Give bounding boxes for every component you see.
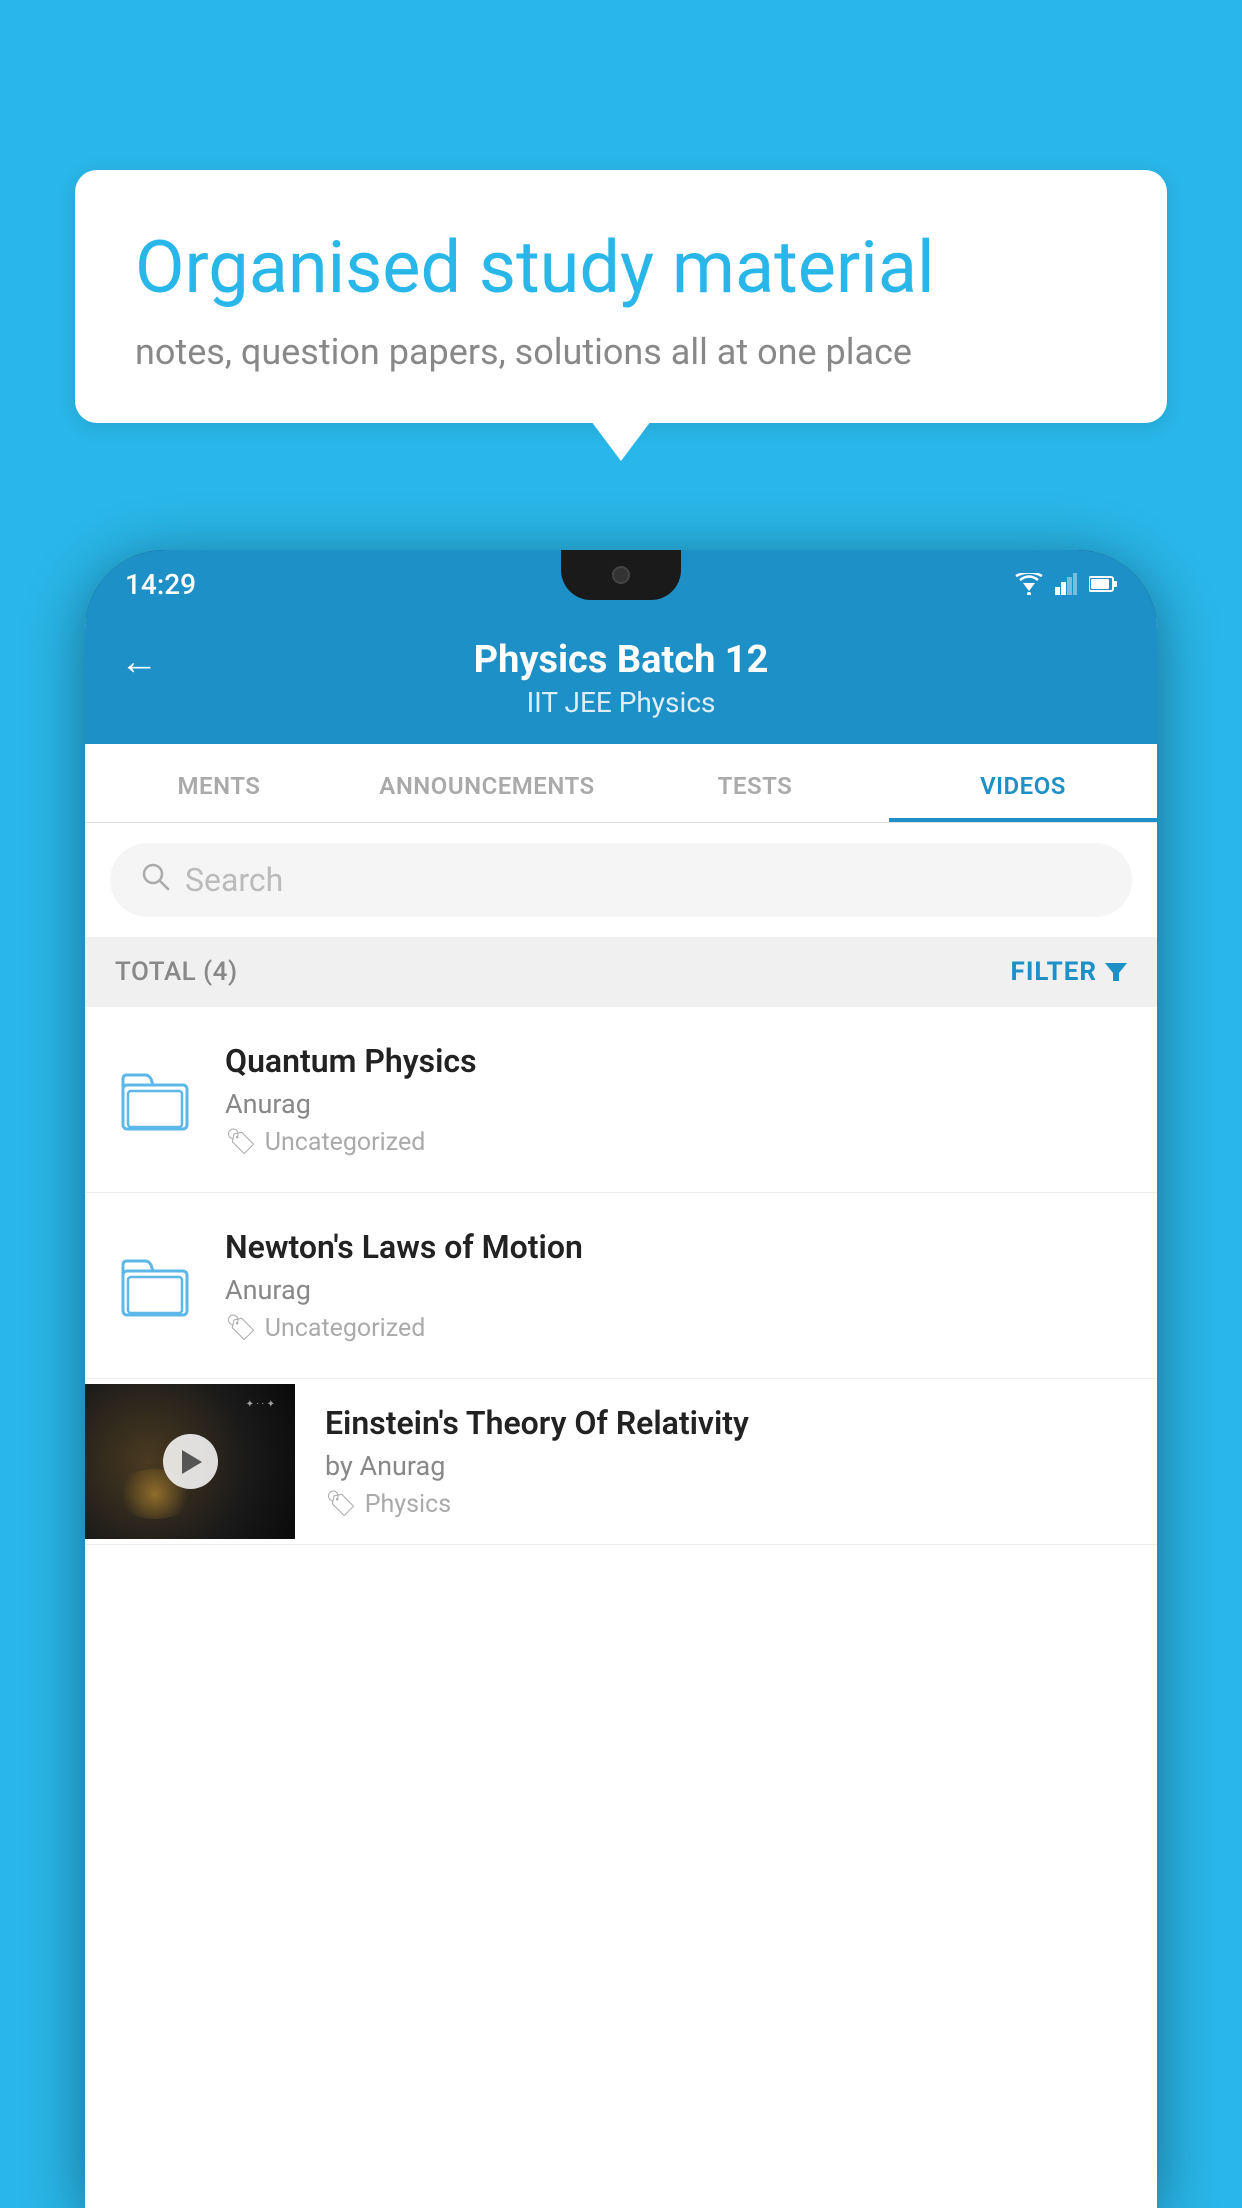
item-tag: 🏷 Uncategorized [225,1314,1127,1343]
status-time: 14:29 [125,568,196,601]
tab-tests[interactable]: TESTS [621,744,889,822]
app-header: ← Physics Batch 12 IIT JEE Physics [85,618,1157,744]
list-item[interactable]: ✦ · · ✦ Einstein's Theory Of Relativity … [85,1379,1157,1545]
phone-frame: 14:29 [85,550,1157,2208]
tag-icon: 🏷 [225,1128,257,1157]
notch [561,550,681,600]
item-title: Einstein's Theory Of Relativity [325,1404,1127,1442]
tab-announcements[interactable]: ANNOUNCEMENTS [353,744,621,822]
item-tag: 🏷 Uncategorized [225,1128,1127,1157]
search-bar[interactable]: Search [110,843,1132,917]
item-author: Anurag [225,1088,1127,1120]
search-icon [140,861,170,899]
item-title: Newton's Laws of Motion [225,1228,1127,1266]
tabs-bar: MENTS ANNOUNCEMENTS TESTS VIDEOS [85,744,1157,823]
wifi-icon [1015,573,1043,595]
filter-icon [1105,963,1127,981]
hero-title: Organised study material [135,225,1107,311]
hero-subtitle: notes, question papers, solutions all at… [135,331,1107,373]
header-subtitle: IIT JEE Physics [527,686,716,719]
folder-icon [115,1246,195,1326]
tag-icon: 🏷 [325,1490,357,1519]
play-button[interactable] [163,1434,218,1489]
speech-bubble: Organised study material notes, question… [75,170,1167,423]
item-author: Anurag [225,1274,1127,1306]
item-info: Quantum Physics Anurag 🏷 Uncategorized [225,1042,1127,1157]
tab-ments[interactable]: MENTS [85,744,353,822]
play-triangle-icon [182,1450,202,1474]
phone-screen: ← Physics Batch 12 IIT JEE Physics MENTS… [85,618,1157,2208]
item-info: Einstein's Theory Of Relativity by Anura… [325,1379,1127,1544]
item-info: Newton's Laws of Motion Anurag 🏷 Uncateg… [225,1228,1127,1343]
item-tag: 🏷 Physics [325,1490,1127,1519]
list-item[interactable]: Quantum Physics Anurag 🏷 Uncategorized [85,1007,1157,1193]
status-icons [1015,573,1117,595]
filter-bar: TOTAL (4) FILTER [85,937,1157,1007]
search-placeholder: Search [185,861,283,899]
item-author: by Anurag [325,1450,1127,1482]
camera [612,566,630,584]
filter-button[interactable]: FILTER [1011,957,1127,987]
header-title: Physics Batch 12 [474,638,769,682]
stars-decoration: ✦ · · ✦ [246,1399,275,1410]
item-title: Quantum Physics [225,1042,1127,1080]
video-thumbnail: ✦ · · ✦ [85,1384,295,1539]
search-container: Search [85,823,1157,937]
list-item[interactable]: Newton's Laws of Motion Anurag 🏷 Uncateg… [85,1193,1157,1379]
tab-videos[interactable]: VIDEOS [889,744,1157,822]
status-bar: 14:29 [85,550,1157,618]
total-count: TOTAL (4) [115,957,238,987]
battery-icon [1089,575,1117,593]
back-button[interactable]: ← [120,640,158,684]
signal-icon [1055,573,1077,595]
tag-icon: 🏷 [225,1314,257,1343]
folder-icon [115,1060,195,1140]
